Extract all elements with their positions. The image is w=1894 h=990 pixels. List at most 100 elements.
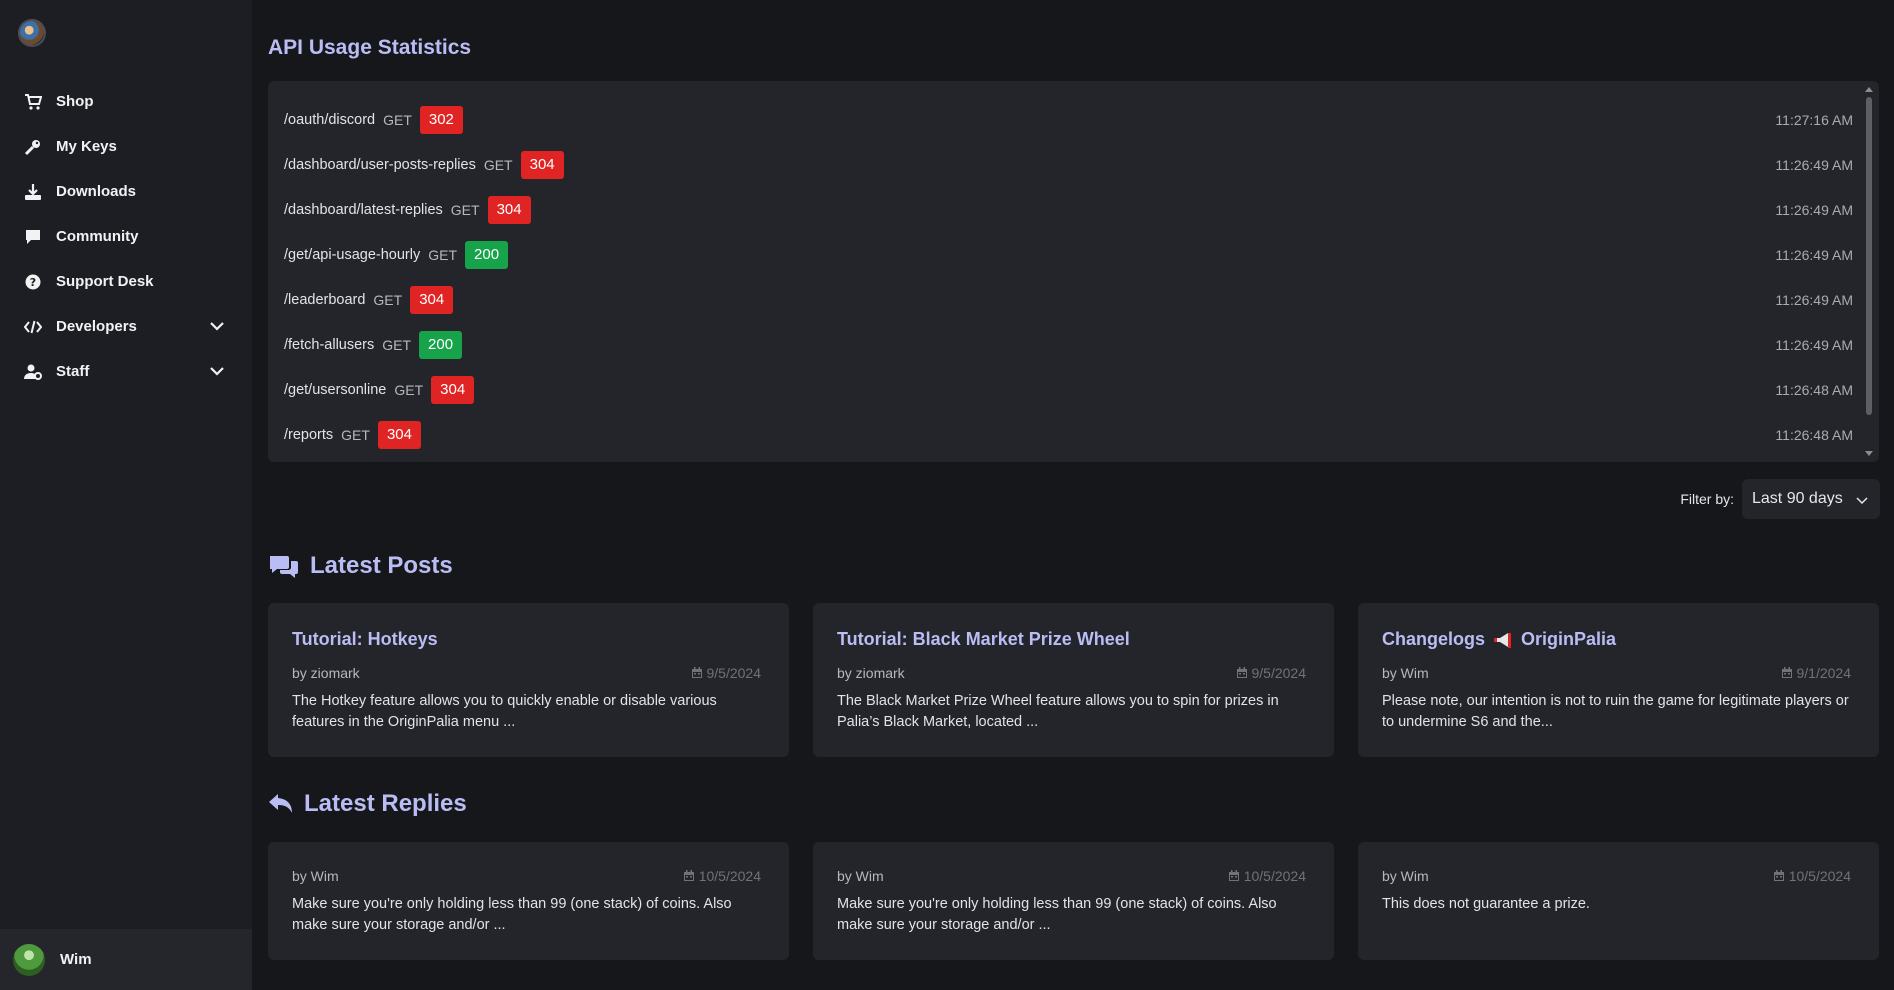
sidebar-item-my-keys[interactable]: My Keys [0, 124, 252, 169]
download-icon [25, 183, 41, 200]
reply-author: by Wim [837, 868, 884, 884]
status-badge: 304 [410, 285, 454, 314]
chevron-down-icon [210, 367, 224, 376]
reply-card[interactable]: by Wim 10/5/2024 Make sure you're only h… [813, 842, 1334, 960]
sidebar-item-label: Downloads [56, 183, 137, 200]
filter-select[interactable]: Last 90 days [1742, 479, 1880, 519]
post-meta: by ziomark 9/5/2024 [292, 665, 761, 681]
post-card[interactable]: Tutorial: Black Market Prize Wheel by zi… [813, 603, 1334, 757]
filter-label: Filter by: [1680, 491, 1734, 507]
api-path: /oauth/discord [284, 111, 376, 128]
calendar-icon [1228, 870, 1239, 881]
sidebar-item-label: Community [56, 228, 139, 245]
post-card[interactable]: Changelogs OriginPalia by Wim 9/1/2024 P… [1358, 603, 1879, 757]
filter: Filter by: Last 90 days [1680, 479, 1880, 519]
comment-icon [26, 229, 40, 244]
api-method: GET [483, 156, 513, 173]
status-badge: 304 [520, 150, 564, 179]
reply-date-text: 10/5/2024 [1243, 868, 1306, 884]
sidebar-item-label: Shop [56, 93, 94, 110]
scrollbar[interactable] [1865, 87, 1873, 456]
post-excerpt: The Hotkey feature allows you to quickly… [292, 693, 717, 730]
user-profile[interactable]: Wim [0, 929, 252, 990]
sidebar-item-staff[interactable]: Staff [0, 349, 252, 394]
app-logo[interactable] [18, 19, 46, 47]
calendar-icon [1236, 667, 1247, 678]
api-time: 11:26:49 AM [1775, 291, 1853, 308]
latest-replies-title: Latest Replies [268, 790, 467, 818]
sidebar: Shop My Keys Downloads Community ? Suppo… [0, 0, 252, 990]
api-path: /leaderboard [284, 291, 366, 308]
api-path: /get/usersonline [284, 381, 387, 398]
reply-date-text: 10/5/2024 [1788, 868, 1851, 884]
latest-posts-title-text: Latest Posts [310, 552, 453, 579]
status-badge: 304 [377, 420, 421, 449]
megaphone-icon [1494, 632, 1512, 648]
post-title-text: Changelogs [1382, 629, 1486, 649]
status-badge: 304 [431, 375, 475, 404]
post-date: 9/1/2024 [1781, 665, 1851, 681]
sidebar-item-community[interactable]: Community [0, 214, 252, 259]
api-method: GET [383, 111, 412, 128]
sidebar-item-support-desk[interactable]: ? Support Desk [0, 259, 252, 304]
scrollbar-thumb[interactable] [1866, 97, 1872, 415]
api-time: 11:26:49 AM [1775, 336, 1853, 353]
reply-meta: by Wim 10/5/2024 [837, 868, 1306, 884]
api-time: 11:26:48 AM [1775, 426, 1853, 443]
post-card[interactable]: Tutorial: Hotkeys by ziomark 9/5/2024 Th… [268, 603, 789, 757]
api-time: 11:26:48 AM [1775, 381, 1853, 398]
calendar-icon [1773, 870, 1784, 881]
cart-icon [25, 93, 42, 110]
chevron-down-icon [210, 322, 224, 331]
latest-posts-title: Latest Posts [268, 552, 453, 580]
scroll-up-arrow-icon[interactable] [1865, 87, 1873, 92]
sidebar-item-developers[interactable]: Developers [0, 304, 252, 349]
status-badge: 304 [487, 195, 531, 224]
post-title[interactable]: Tutorial: Hotkeys [292, 629, 438, 650]
post-author: by ziomark [292, 665, 360, 681]
scroll-down-arrow-icon[interactable] [1865, 451, 1873, 456]
sidebar-item-shop[interactable]: Shop [0, 79, 252, 124]
reply-date: 10/5/2024 [1773, 868, 1851, 884]
api-time: 11:27:16 AM [1775, 111, 1853, 128]
reply-card[interactable]: by Wim 10/5/2024 This does not guarantee… [1358, 842, 1879, 960]
api-path: /get/api-usage-hourly [284, 246, 421, 263]
post-date-text: 9/5/2024 [1251, 665, 1307, 681]
sidebar-item-downloads[interactable]: Downloads [0, 169, 252, 214]
post-date: 9/5/2024 [691, 665, 762, 681]
comments-icon [270, 556, 298, 578]
post-author: by Wim [1382, 665, 1429, 681]
api-method: GET [373, 291, 403, 308]
reply-card[interactable]: by Wim 10/5/2024 Make sure you're only h… [268, 842, 789, 960]
post-title[interactable]: Changelogs OriginPalia [1382, 629, 1616, 650]
latest-replies-title-text: Latest Replies [304, 790, 467, 817]
sidebar-item-label: Developers [56, 318, 137, 335]
post-title-text-2: OriginPalia [1521, 629, 1617, 649]
post-title[interactable]: Tutorial: Black Market Prize Wheel [837, 629, 1130, 650]
api-path: /fetch-allusers [284, 336, 375, 353]
reply-author: by Wim [292, 868, 339, 884]
filter-select-value: Last 90 days [1752, 490, 1843, 507]
calendar-icon [691, 667, 702, 678]
post-meta: by ziomark 9/5/2024 [837, 665, 1306, 681]
api-usage-list[interactable]: /oauth/discord GET 302 11:27:16 AM /dash… [268, 81, 1879, 462]
api-path: /dashboard/latest-replies [284, 201, 443, 218]
avatar [13, 943, 45, 976]
api-method: GET [428, 246, 458, 263]
status-badge: 200 [419, 330, 463, 359]
api-row: /leaderboard GET 304 11:26:49 AM [284, 277, 1853, 322]
calendar-icon [1781, 667, 1792, 678]
api-time: 11:26:49 AM [1775, 246, 1853, 263]
reply-meta: by Wim 10/5/2024 [292, 868, 761, 884]
api-time: 11:26:49 AM [1775, 201, 1853, 218]
post-meta: by Wim 9/1/2024 [1382, 665, 1851, 681]
post-date-text: 9/5/2024 [706, 665, 762, 681]
api-row: /dashboard/latest-replies GET 304 11:26:… [284, 187, 1853, 232]
api-row: /reports GET 304 11:26:48 AM [284, 412, 1853, 457]
reply-excerpt: Make sure you're only holding less than … [292, 896, 732, 933]
sidebar-item-label: Staff [56, 363, 90, 380]
post-excerpt: Please note, our intention is not to rui… [1382, 693, 1849, 730]
reply-author: by Wim [1382, 868, 1429, 884]
api-method: GET [394, 381, 424, 398]
api-row: /dashboard/user-posts-replies GET 304 11… [284, 142, 1853, 187]
